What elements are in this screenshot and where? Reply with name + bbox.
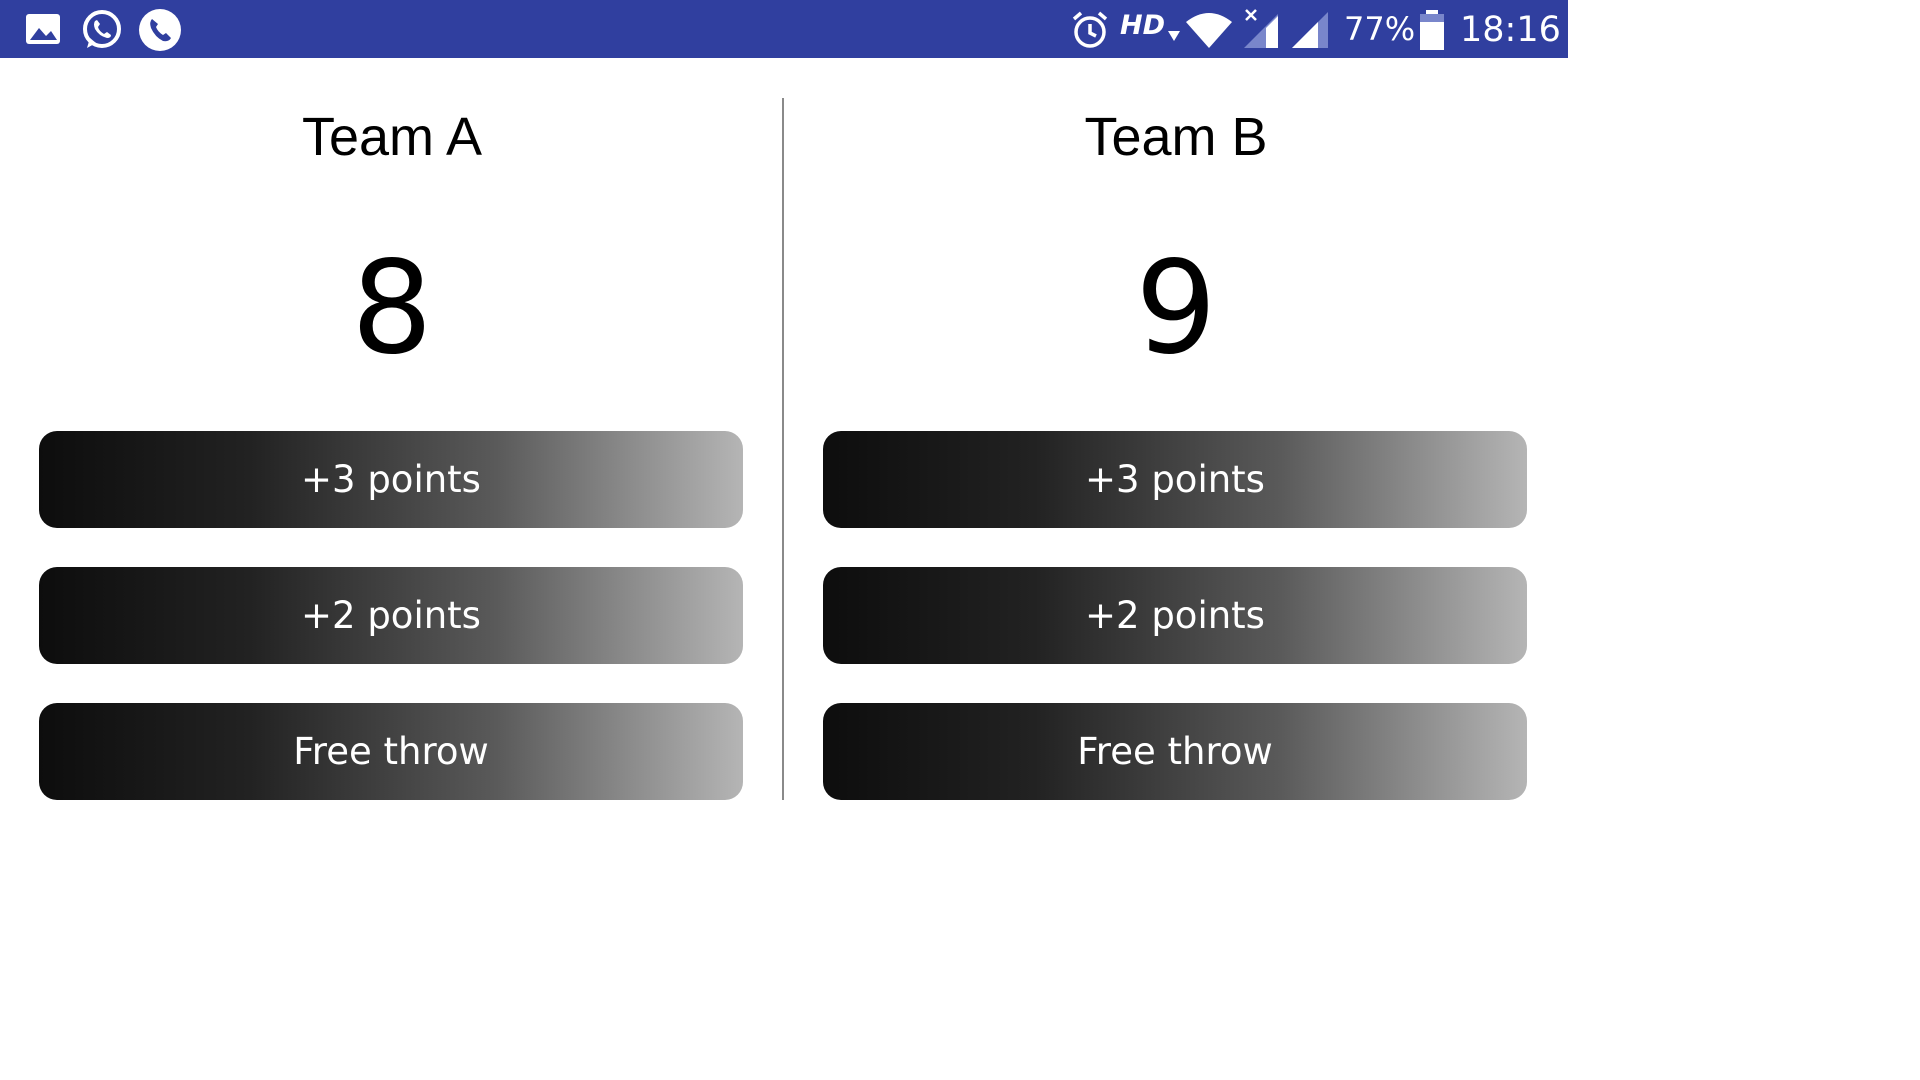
battery-icon [1420, 10, 1444, 50]
team-b-score: 9 [1135, 234, 1217, 383]
status-bar: HD 77% 18:16 [0, 0, 1568, 58]
hd-label: HD [1120, 10, 1166, 41]
team-a-name: Team A [301, 107, 483, 167]
team-b-free-throw-button[interactable]: Free throw [823, 703, 1527, 800]
team-divider [782, 98, 784, 800]
image-icon [26, 14, 60, 44]
team-b-name: Team B [1084, 107, 1268, 167]
team-b-three-points-button[interactable]: +3 points [823, 431, 1527, 528]
clock: 18:16 [1460, 10, 1561, 50]
alarm-icon [1072, 11, 1108, 48]
phone-call-icon [139, 9, 181, 51]
team-a-two-points-button[interactable]: +2 points [39, 567, 743, 664]
data-down-arrow-icon [1168, 31, 1180, 41]
signal-icon [1292, 12, 1328, 48]
battery-percent: 77% [1344, 10, 1416, 48]
whatsapp-icon [83, 10, 121, 48]
wifi-icon [1186, 13, 1232, 48]
signal-no-service-icon [1244, 9, 1278, 48]
team-a-three-points-button[interactable]: +3 points [39, 431, 743, 528]
team-a-free-throw-button[interactable]: Free throw [39, 703, 743, 800]
team-b-two-points-button[interactable]: +2 points [823, 567, 1527, 664]
team-a-score: 8 [351, 234, 433, 383]
